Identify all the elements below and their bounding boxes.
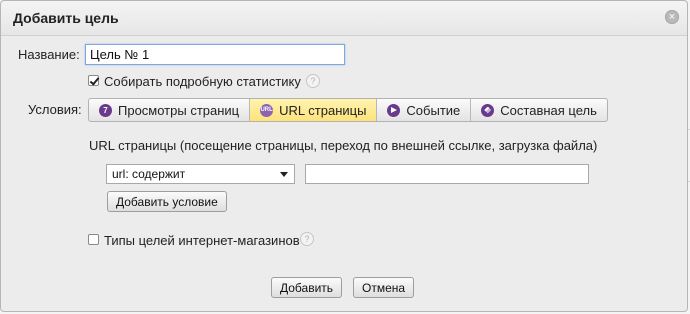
page-views-icon: 7 (99, 103, 112, 117)
add-goal-dialog: Добавить цель × Название: Собирать подро… (0, 0, 688, 312)
match-type-select[interactable]: url: содержит (106, 164, 295, 184)
url-value-input[interactable] (305, 164, 589, 184)
condition-type-tabs: 7 Просмотры страниц URL URL страницы Соб… (88, 98, 608, 122)
add-button[interactable]: Добавить (271, 277, 343, 298)
cancel-button[interactable]: Отмена (353, 277, 415, 298)
url-condition-description: URL страницы (посещение страницы, перехо… (89, 138, 598, 153)
help-icon[interactable]: ? (300, 232, 314, 246)
match-type-value: url: содержит (112, 167, 186, 181)
event-icon (387, 103, 401, 117)
tab-url[interactable]: URL URL страницы (250, 99, 378, 121)
dialog-title: Добавить цель (13, 10, 119, 26)
conditions-label: Условия: (28, 102, 82, 117)
tab-label: Просмотры страниц (118, 102, 240, 118)
dialog-titlebar: Добавить цель × (1, 1, 687, 36)
close-icon[interactable]: × (665, 10, 679, 24)
ecommerce-checkbox[interactable] (88, 234, 99, 245)
composite-goal-icon (481, 103, 495, 117)
url-icon: URL (260, 103, 274, 117)
tab-label: Составная цель (500, 102, 597, 118)
name-label: Название: (18, 47, 80, 62)
tab-label: Событие (406, 102, 461, 118)
tab-label: URL страницы (279, 102, 367, 118)
tab-composite-goal[interactable]: Составная цель (471, 99, 607, 121)
goal-name-input[interactable] (85, 44, 345, 65)
help-icon[interactable]: ? (306, 74, 320, 88)
ecommerce-label: Типы целей интернет-магазинов (104, 233, 300, 248)
detailed-stats-label: Собирать подробную статистику (104, 74, 301, 89)
add-condition-button[interactable]: Добавить условие (107, 191, 227, 212)
tab-page-views[interactable]: 7 Просмотры страниц (89, 99, 251, 121)
chevron-down-icon (280, 172, 288, 177)
detailed-stats-checkbox[interactable] (88, 75, 99, 86)
tab-event[interactable]: Событие (377, 99, 472, 121)
